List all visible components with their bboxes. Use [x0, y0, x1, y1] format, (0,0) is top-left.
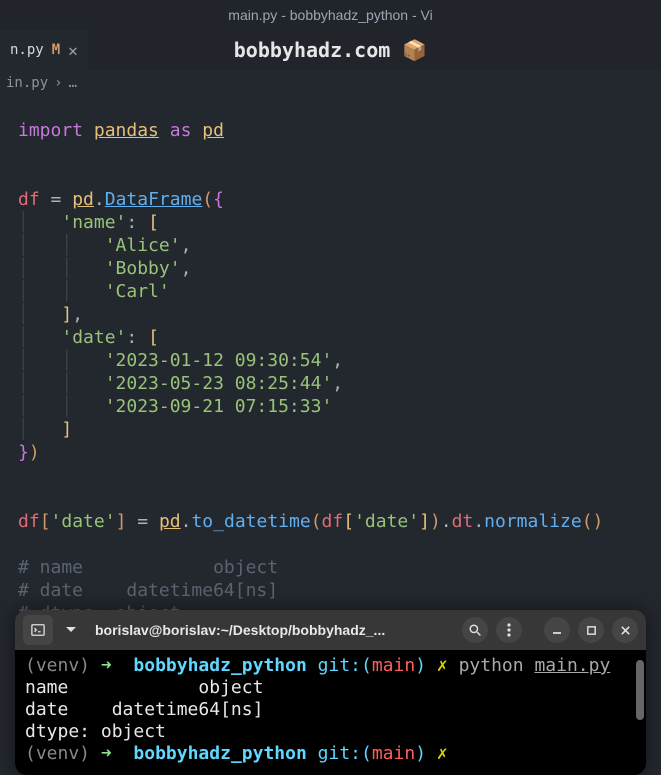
- breadcrumb-file: in.py: [6, 75, 48, 91]
- breadcrumb-separator-icon: ›: [54, 75, 62, 91]
- terminal-output[interactable]: (venv) ➜ bobbyhadz_python git:(main) ✗ p…: [15, 650, 646, 775]
- str-date1: '2023-01-12 09:30:54': [105, 350, 333, 371]
- bracket-close: ]: [61, 304, 72, 325]
- module-pandas: pandas: [94, 120, 159, 141]
- key-name: 'name': [61, 212, 126, 233]
- output-line-1: name object: [25, 677, 263, 698]
- terminal-close-button[interactable]: [612, 617, 638, 643]
- paren-close: ): [29, 442, 40, 463]
- prompt-venv: (venv): [25, 655, 90, 676]
- kw-import: import: [18, 120, 83, 141]
- breadcrumb-more: …: [69, 75, 77, 91]
- chevron-down-icon: [66, 627, 76, 633]
- terminal-maximize-button[interactable]: [578, 617, 604, 643]
- prompt-dirty-icon: ✗: [437, 655, 448, 676]
- minimize-icon: [551, 624, 563, 636]
- key-date: 'date': [61, 327, 126, 348]
- bracket-open-2: [: [148, 327, 159, 348]
- kebab-menu-icon: [507, 623, 511, 637]
- terminal-minimize-button[interactable]: [544, 617, 570, 643]
- str-date3: '2023-09-21 07:15:33': [105, 396, 333, 417]
- ref-pd: pd: [72, 189, 94, 210]
- bracket-open: [: [148, 212, 159, 233]
- tab-modified-indicator: M: [52, 42, 60, 58]
- brace-open: {: [213, 189, 224, 210]
- func-normalize: normalize: [484, 511, 582, 532]
- cmd-python: python: [459, 655, 524, 676]
- comment-1: # name object: [18, 557, 278, 578]
- close-icon: [620, 625, 631, 636]
- alias-pd: pd: [202, 120, 224, 141]
- terminal-search-button[interactable]: [462, 617, 488, 643]
- prompt-arrow-icon: ➜: [101, 655, 112, 676]
- str-date2: '2023-05-23 08:25:44': [105, 373, 333, 394]
- tab-filename: n.py: [10, 42, 44, 58]
- terminal-header[interactable]: borislav@borislav:~/Desktop/bobbyhadz_..…: [15, 610, 646, 650]
- terminal-title: borislav@borislav:~/Desktop/bobbyhadz_..…: [89, 622, 454, 638]
- bracket-close-2: ]: [61, 419, 72, 440]
- str-carl: 'Carl': [105, 281, 170, 302]
- brace-close: }: [18, 442, 29, 463]
- ref-pd-2: pd: [159, 511, 181, 532]
- prompt-dir: bobbyhadz_python: [133, 655, 306, 676]
- code-editor[interactable]: import pandas as pd df = pd.DataFrame({ …: [0, 96, 661, 648]
- var-df-2: df: [18, 511, 40, 532]
- terminal-menu-button[interactable]: [496, 617, 522, 643]
- maximize-icon: [586, 625, 597, 636]
- breadcrumb[interactable]: in.py › …: [0, 70, 661, 96]
- terminal-icon: [31, 623, 45, 637]
- str-bobby: 'Bobby': [105, 258, 181, 279]
- tab-bar: n.py M ✕ bobbyhadz.com 📦: [0, 30, 661, 70]
- str-alice: 'Alice': [105, 235, 181, 256]
- output-line-3: dtype: object: [25, 721, 166, 742]
- func-dataframe: DataFrame: [105, 189, 203, 210]
- prompt-branch: main: [372, 655, 415, 676]
- watermark-overlay: bobbyhadz.com 📦: [234, 38, 427, 62]
- tab-close-icon[interactable]: ✕: [68, 41, 78, 60]
- comment-2: # date datetime64[ns]: [18, 580, 278, 601]
- search-icon: [469, 624, 482, 637]
- kw-as: as: [170, 120, 192, 141]
- cmd-file: main.py: [534, 655, 610, 676]
- terminal-new-tab-button[interactable]: [23, 615, 53, 645]
- terminal-window: borislav@borislav:~/Desktop/bobbyhadz_..…: [15, 610, 646, 775]
- attr-dt: dt: [452, 511, 474, 532]
- output-line-2: date datetime64[ns]: [25, 699, 263, 720]
- func-to-datetime: to_datetime: [191, 511, 310, 532]
- editor-tab-main-py[interactable]: n.py M ✕: [0, 30, 88, 70]
- op-eq: =: [51, 189, 62, 210]
- prompt-git: git:: [318, 655, 361, 676]
- terminal-scrollbar[interactable]: [636, 660, 644, 720]
- var-df: df: [18, 189, 40, 210]
- terminal-dropdown-button[interactable]: [61, 615, 81, 645]
- paren-open: (: [202, 189, 213, 210]
- window-titlebar: main.py - bobbyhadz_python - Vi: [0, 0, 661, 30]
